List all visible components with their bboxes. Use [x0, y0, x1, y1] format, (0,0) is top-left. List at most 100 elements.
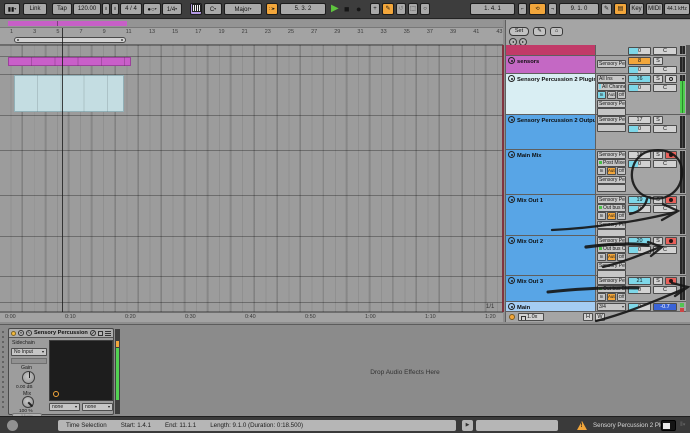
track-name[interactable]: Mix Out 3	[506, 276, 596, 301]
monitor-off-button[interactable]: Off	[617, 167, 626, 176]
stop-button[interactable]: ■	[344, 3, 349, 15]
monitor-in-button[interactable]: In	[597, 253, 606, 262]
monitor-auto-button[interactable]: Auto	[607, 91, 616, 100]
monitor-auto-button[interactable]: Auto	[607, 293, 616, 302]
status-play-icon[interactable]: ▶	[462, 420, 473, 431]
overdub-button[interactable]: +	[370, 3, 380, 15]
warning-icon[interactable]	[577, 421, 587, 430]
device-sensory-percussion[interactable]: ▾ ✎ Sensory Percussion 2 Sidechain No In…	[8, 328, 114, 415]
device-title-bar[interactable]: ▾ ✎ Sensory Percussion 2	[9, 329, 113, 338]
follow-button[interactable]: ∷▸	[266, 3, 278, 15]
io-chooser[interactable]: Sensory Per▾	[597, 196, 626, 204]
hot-swap-icon[interactable]	[90, 330, 96, 336]
pan-field[interactable]: C	[653, 125, 677, 133]
monitor-in-button[interactable]: In	[597, 91, 606, 100]
arrangement-grid[interactable]	[0, 45, 503, 312]
audio-clip-plugin[interactable]	[14, 75, 124, 112]
info-icon[interactable]	[7, 420, 18, 431]
monitor-in-button[interactable]: In	[597, 293, 606, 302]
solo-button[interactable]: S	[653, 237, 663, 245]
quantization-menu[interactable]: 1/4▾	[162, 3, 182, 15]
tap-tempo-button[interactable]: Tap	[52, 3, 72, 15]
io-chooser-empty[interactable]	[597, 183, 626, 192]
solo-button[interactable]: S	[653, 57, 663, 65]
zoom-level-field[interactable]: 1.0x	[518, 313, 544, 321]
arm-button[interactable]	[665, 237, 677, 245]
pencil-button[interactable]: ✎	[533, 27, 546, 36]
save-preset-icon[interactable]	[98, 330, 103, 336]
io-chooser-empty[interactable]	[597, 124, 626, 133]
time-signature-display[interactable]: 4 / 4	[120, 3, 142, 15]
device-activator-led[interactable]	[11, 330, 16, 336]
track-header[interactable]: Main MixSensory Per▾Post Mixer▾InAutoOff…	[506, 150, 690, 195]
mix-knob[interactable]	[22, 396, 34, 408]
optimize-width-button[interactable]: W	[595, 313, 605, 321]
link-button[interactable]: Link	[23, 3, 47, 15]
track-name[interactable]: Main Mix	[506, 150, 596, 194]
arm-button[interactable]	[665, 151, 677, 159]
capture-midi-button[interactable]: ⬚	[408, 3, 418, 15]
arrangement-overview[interactable]	[0, 20, 503, 28]
volume-field[interactable]: 0	[628, 84, 651, 92]
volume-field[interactable]: 0	[628, 246, 651, 254]
io-chooser[interactable]: Sensory Per▾	[597, 277, 626, 285]
pan-field[interactable]: C	[653, 84, 677, 92]
track-header[interactable]: Mix Out 2Sensory Per▾Out bus C▾InAutoOff…	[506, 236, 690, 278]
io-chooser[interactable]: Sensory Per▾	[597, 220, 626, 229]
track-activator[interactable]: 19	[628, 196, 651, 204]
computer-midi-keyboard-button[interactable]: ▤	[614, 3, 627, 15]
track-name[interactable]: Mix Out 1	[506, 195, 596, 235]
drop-audio-effects-zone[interactable]: Drop Audio Effects Here	[130, 369, 680, 376]
time-ruler[interactable]: 0:00 0:10 0:20 0:30 0:40 0:50 1:00 1:10 1:20	[0, 312, 503, 322]
track-name[interactable]: sensors	[506, 56, 596, 73]
loop-button[interactable]: ⟲	[529, 3, 546, 15]
track-header[interactable]: Sensory Percussion 2 Plugin All Ins ▾ All C…	[506, 74, 690, 116]
optimize-height-button[interactable]: H	[583, 313, 593, 321]
lock-envelopes-button[interactable]: ⌂	[550, 27, 563, 36]
xy-pad[interactable]	[49, 340, 113, 401]
arm-button[interactable]	[665, 75, 677, 83]
tempo-display[interactable]: 120.00	[73, 3, 101, 15]
set-locator-button[interactable]: Set	[509, 27, 529, 36]
punch-in-button[interactable]: ⌐	[518, 3, 527, 15]
pan-field[interactable]: C	[653, 246, 677, 254]
midi-clip-sensors[interactable]	[8, 57, 131, 66]
track-name[interactable]: Sensory Percussion 2 Plugin	[506, 74, 596, 114]
device-menu-icon[interactable]	[105, 330, 111, 336]
scale-name-select[interactable]: Major▾	[224, 3, 262, 15]
track-activator[interactable]: 20	[628, 237, 651, 245]
pan-field[interactable]: C	[653, 47, 677, 55]
solo-button[interactable]: S	[653, 277, 663, 285]
monitor-off-button[interactable]: Off	[617, 212, 626, 221]
key-map-button[interactable]: Key	[629, 3, 644, 15]
io-chooser[interactable]: Out bus D▾	[597, 285, 626, 294]
io-chooser[interactable]: Sensory Per▾	[597, 261, 626, 270]
metronome-button[interactable]: ●○▾	[143, 3, 161, 15]
monitor-in-button[interactable]: In	[597, 167, 606, 176]
session-record-button[interactable]: ○	[420, 3, 430, 15]
volume-field[interactable]: 0	[628, 125, 651, 133]
automation-arm-button[interactable]: ✎	[382, 3, 394, 15]
gain-knob[interactable]	[22, 371, 35, 384]
volume-field[interactable]: 0	[628, 47, 651, 55]
track-header[interactable]: Mix Out 1Sensory Per▾Out bus B▾InAutoOff…	[506, 195, 690, 237]
pan-field[interactable]: C	[653, 286, 677, 294]
loop-brace[interactable]	[14, 37, 126, 43]
slot-select-right[interactable]: none ▾	[82, 403, 113, 411]
midi-map-button[interactable]: MIDI	[646, 3, 663, 15]
volume-field[interactable]: 0	[628, 205, 651, 213]
io-chooser[interactable]: Sensory Per▾	[597, 237, 626, 245]
vertical-scrollbar[interactable]	[686, 45, 690, 312]
track-activator[interactable]: 21	[628, 277, 651, 285]
pad-view-icon[interactable]	[661, 420, 676, 431]
main-pan-field[interactable]: -0.7	[653, 303, 677, 311]
io-chooser[interactable]: All Channe▾	[597, 83, 626, 92]
follow-dot-button[interactable]	[509, 314, 515, 320]
track-name[interactable]: Sensory Percussion 2 Outputs	[506, 115, 596, 149]
volume-field[interactable]: 0	[628, 286, 651, 294]
monitor-auto-button[interactable]: Auto	[607, 253, 616, 262]
device-fold-icon[interactable]: ▾	[18, 330, 24, 336]
loop-length-display[interactable]: 9. 1. 0	[559, 3, 599, 15]
beat-time-ruler[interactable]: 1 3 5 7 9 11 13 15 17 19 21 23 25 27 29 31 33 35 37 39 41 43	[0, 28, 503, 45]
track-header[interactable]: sensorsSensory Per▾8S0C	[506, 56, 690, 74]
